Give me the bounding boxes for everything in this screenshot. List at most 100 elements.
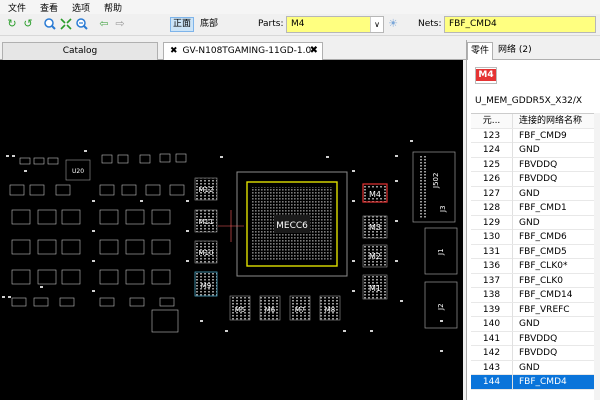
back-side-button[interactable]: 底部 <box>197 17 221 32</box>
table-row[interactable]: 140 GND <box>471 317 600 332</box>
vrm-components <box>9 153 187 333</box>
table-row[interactable]: 129 GND <box>471 215 600 230</box>
forward-arrow-icon[interactable]: ⇨ <box>114 18 126 30</box>
chip-m9-label: M9 <box>201 282 212 290</box>
table-row[interactable]: 130 FBF_CMD6 <box>471 230 600 245</box>
net-name: FBVDDQ <box>519 159 558 170</box>
zoom-out-icon[interactable] <box>76 18 88 30</box>
table-row[interactable]: 136 FBF_CLK0* <box>471 259 600 274</box>
pin-number: 130 <box>471 230 513 244</box>
chip-m5-label: M5 <box>235 306 246 314</box>
net-name: FBVDDQ <box>519 174 558 184</box>
net-name: GND <box>519 319 540 329</box>
part-description: U_MEM_GDDR5X_X32/X <box>475 96 583 106</box>
menu-bar: 文件 查看 选项 帮助 <box>0 0 600 14</box>
pin-net-table: 元... 连接的网络名称 123 FBF_CMD9 124 GND 125 FBVDDQ 1… <box>471 113 600 400</box>
chip-m12-label: M12 <box>199 186 214 194</box>
table-row[interactable]: 137 FBF_CLK0 <box>471 273 600 288</box>
column-header-net[interactable]: 连接的网络名称 <box>519 114 582 128</box>
pin-number: 131 <box>471 244 513 259</box>
chip-m8-label: M8 <box>325 306 336 314</box>
chip-m11-label: M11 <box>199 218 214 226</box>
pin-number: 126 <box>471 172 513 186</box>
pin-number: 124 <box>471 143 513 157</box>
table-row[interactable]: 139 FBF_VREFC <box>471 302 600 317</box>
column-header-pin[interactable]: 元... <box>471 114 513 128</box>
pin-number: 123 <box>471 128 513 143</box>
bulb-icon[interactable]: ☀ <box>387 18 399 30</box>
chip-m6-label: M6 <box>265 306 276 314</box>
table-row[interactable]: 123 FBF_CMD9 <box>471 128 600 143</box>
part-name-label: M4 <box>476 69 496 81</box>
list-scrollbar[interactable] <box>594 113 600 400</box>
net-name: FBF_CMD14 <box>519 290 573 300</box>
gpu-label: MECC6 <box>276 221 308 231</box>
pin-number: 136 <box>471 259 513 273</box>
parts-combobox[interactable]: M4 ∨ <box>286 16 384 33</box>
chip-m4-label: M4 <box>369 190 381 199</box>
pin-number: 144 <box>471 375 513 389</box>
net-name: GND <box>519 188 540 199</box>
refresh-alt-icon[interactable]: ↺ <box>22 18 34 30</box>
close-icon[interactable]: ✖ <box>310 43 318 59</box>
pin-number: 142 <box>471 346 513 360</box>
chip-m3-label: M3 <box>369 223 381 232</box>
menu-file[interactable]: 文件 <box>0 1 32 14</box>
pin-number: 125 <box>471 157 513 172</box>
table-row[interactable]: 143 GND <box>471 360 600 375</box>
pin-number: 129 <box>471 215 513 230</box>
toolbar: ↻ ↺ ⇦ ⇨ 正面 底部 Parts: M4 ∨ ☀ Nets: FBF_CM… <box>0 14 600 36</box>
pin-number: 137 <box>471 273 513 288</box>
table-row[interactable]: 144 FBF_CMD4 <box>471 375 600 390</box>
parts-value: M4 <box>291 19 305 29</box>
chip-m7-label: M7 <box>295 306 306 314</box>
table-row[interactable]: 127 GND <box>471 186 600 201</box>
table-row[interactable]: 125 FBVDDQ <box>471 157 600 172</box>
menu-options[interactable]: 选项 <box>64 1 96 14</box>
zoom-fit-icon[interactable] <box>60 18 72 30</box>
tab-board[interactable]: ✖ GV-N108TGAMING-11GD-1.0 ✖ <box>163 42 323 60</box>
table-header: 元... 连接的网络名称 <box>471 114 600 129</box>
net-name: FBF_CLK0* <box>519 261 568 271</box>
net-name: FBF_VREFC <box>519 304 570 315</box>
chip-m10-label: M10 <box>199 249 214 257</box>
connector-j1-label: J1 <box>437 248 445 256</box>
menu-view[interactable]: 查看 <box>32 1 64 14</box>
pin-icon: ✖ <box>170 46 178 56</box>
tab-board-label: GV-N108TGAMING-11GD-1.0 <box>182 46 312 56</box>
tab-parts[interactable]: 零件 <box>467 42 494 60</box>
connector-j2-label: J2 <box>437 303 445 311</box>
back-arrow-icon[interactable]: ⇦ <box>98 18 110 30</box>
table-row[interactable]: 141 FBVDDQ <box>471 331 600 346</box>
table-row[interactable]: 131 FBF_CMD5 <box>471 244 600 259</box>
table-row[interactable]: 128 FBF_CMD1 <box>471 201 600 216</box>
pin-number: 138 <box>471 288 513 302</box>
pin-number: 143 <box>471 360 513 375</box>
part-name-button[interactable]: M4 <box>475 67 497 84</box>
front-side-button[interactable]: 正面 <box>170 17 194 32</box>
parts-label: Parts: <box>258 19 284 29</box>
menu-help[interactable]: 帮助 <box>96 1 128 14</box>
board-canvas[interactable]: MECC6 M4 M3 M2 M1 M12 M11 M10 M9 M5 M6 M… <box>0 60 463 400</box>
chevron-down-icon[interactable]: ∨ <box>370 17 383 32</box>
table-row[interactable]: 124 GND <box>471 143 600 158</box>
pin-number: 128 <box>471 201 513 215</box>
pin-number: 127 <box>471 186 513 201</box>
chip-m1-label: M1 <box>369 284 381 293</box>
connector-j3-label: J3 <box>439 205 447 213</box>
pin-number: 140 <box>471 317 513 331</box>
tab-catalog[interactable]: Catalog <box>2 42 158 60</box>
table-row[interactable]: 126 FBVDDQ <box>471 172 600 187</box>
refresh-icon[interactable]: ↻ <box>6 18 18 30</box>
panel-tabs: 零件 网络 (2) <box>467 40 600 60</box>
nets-input[interactable]: FBF_CMD4 <box>444 16 596 33</box>
net-name: FBF_CMD6 <box>519 232 567 242</box>
table-row[interactable]: 142 FBVDDQ <box>471 346 600 361</box>
table-row[interactable]: 138 FBF_CMD14 <box>471 288 600 303</box>
document-tabs: Catalog ✖ GV-N108TGAMING-11GD-1.0 ✖ <box>0 40 466 60</box>
connector-j502-label: J502 <box>432 173 440 189</box>
tab-nets[interactable]: 网络 (2) <box>495 42 535 60</box>
zoom-in-icon[interactable] <box>44 18 56 30</box>
net-name: FBF_CMD4 <box>519 377 567 387</box>
pin-number: 139 <box>471 302 513 317</box>
